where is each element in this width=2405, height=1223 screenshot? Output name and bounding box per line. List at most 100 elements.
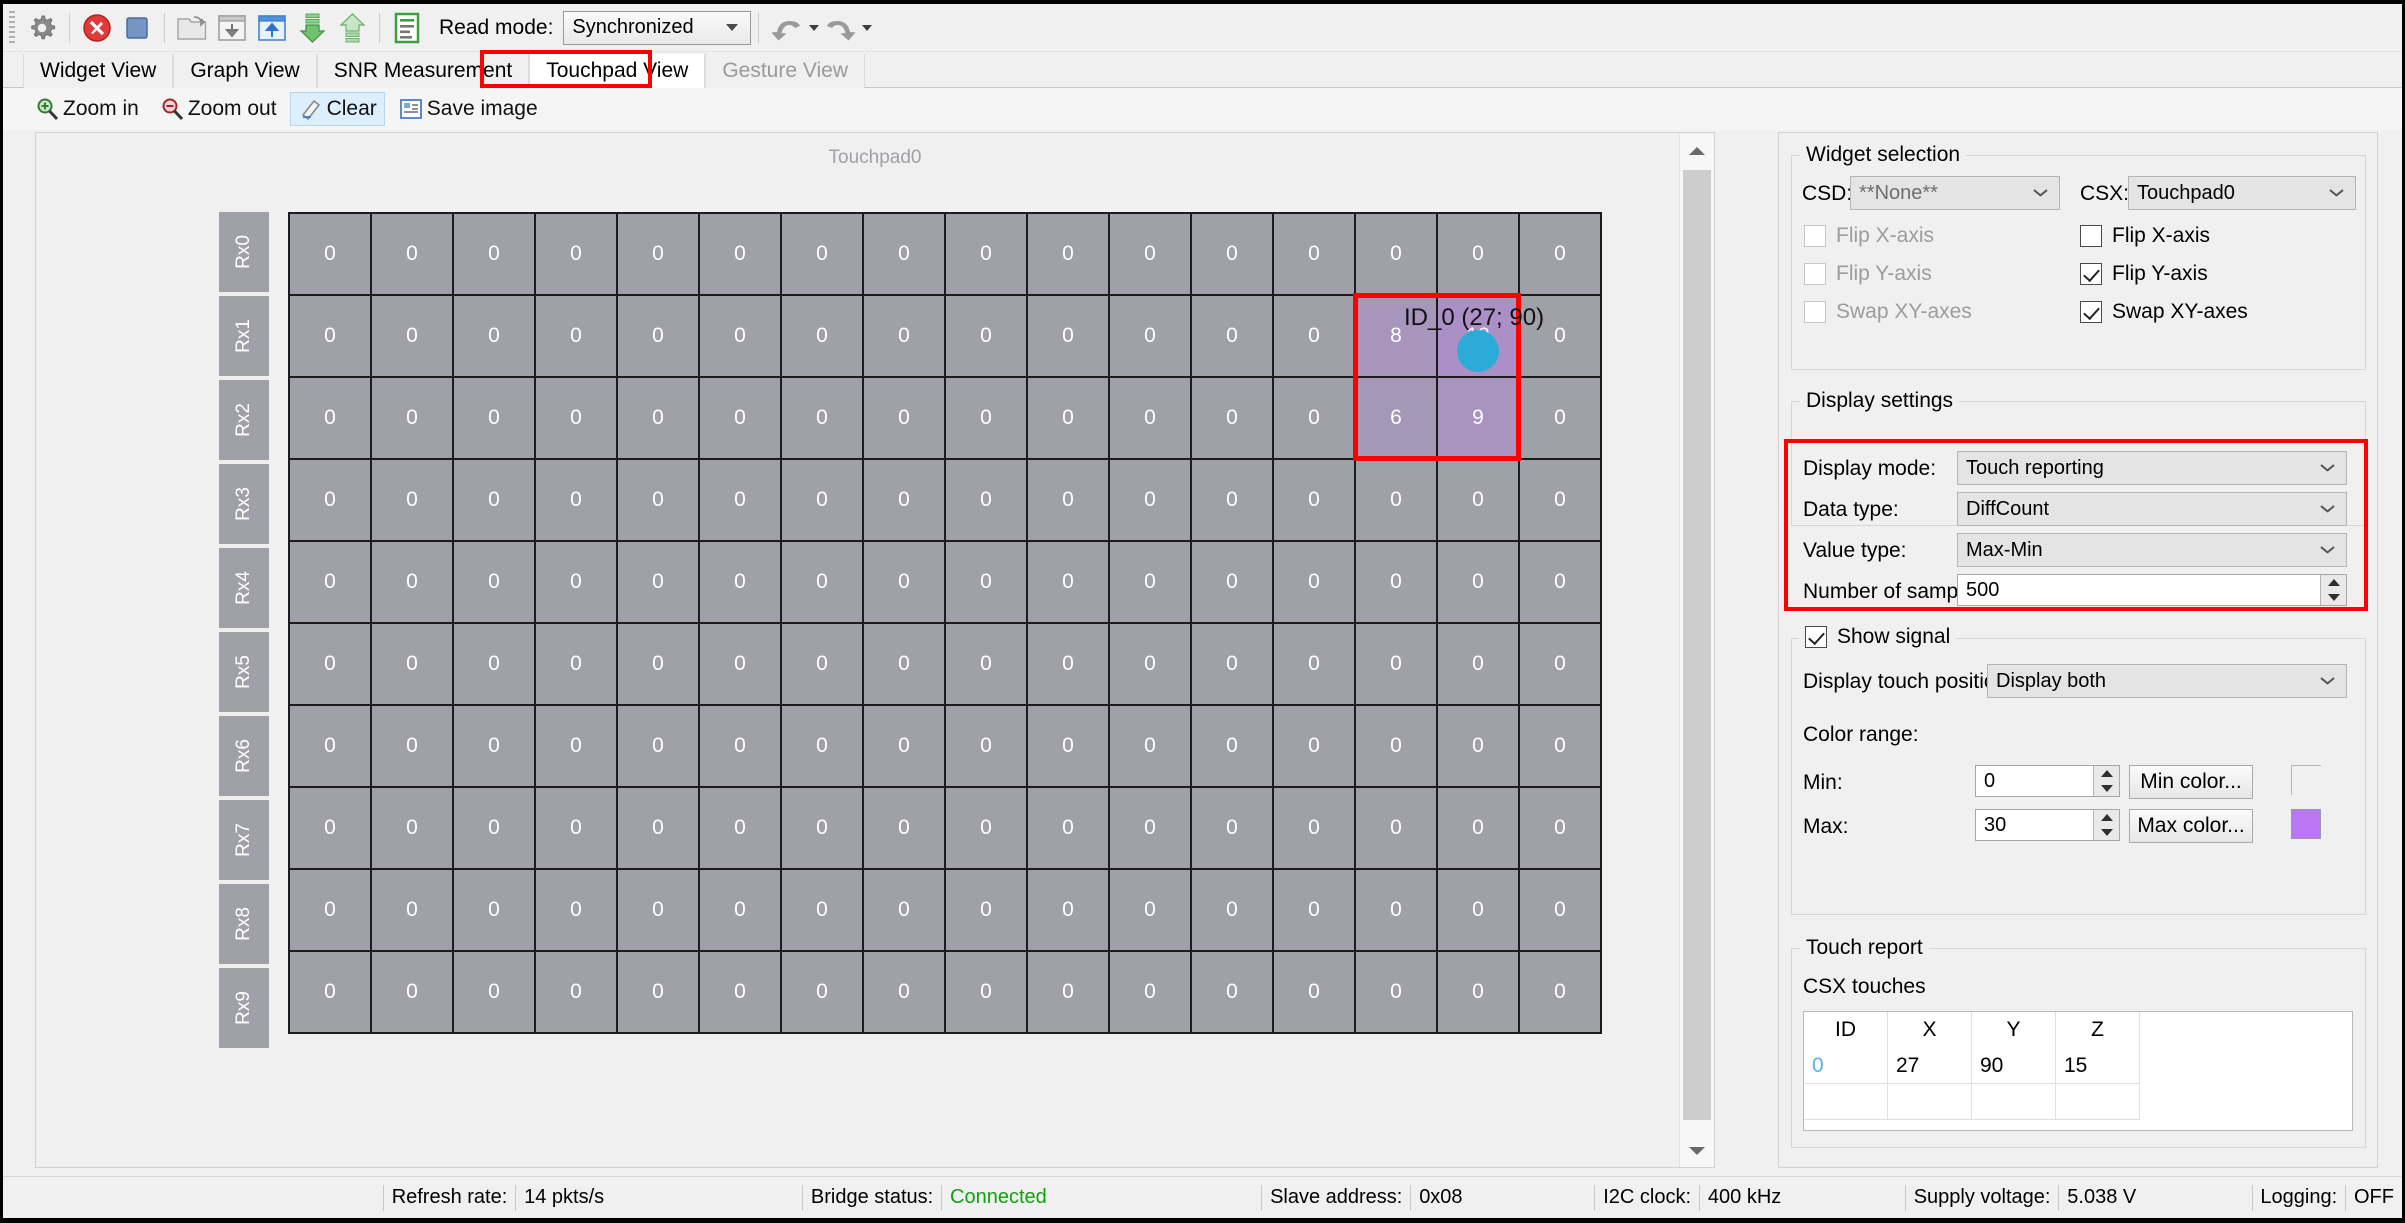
grid-cell[interactable]: 0 [782, 624, 862, 704]
grid-cell[interactable]: 0 [618, 542, 698, 622]
grid-cell[interactable]: 0 [372, 788, 452, 868]
grid-cell[interactable]: 0 [1356, 624, 1436, 704]
grid-cell[interactable]: 0 [1028, 378, 1108, 458]
display-mode-select[interactable]: Touch reporting [1957, 451, 2347, 485]
grid-cell[interactable]: 0 [700, 378, 780, 458]
grid-cell[interactable]: 0 [1192, 296, 1272, 376]
grid-cell[interactable]: 0 [454, 542, 534, 622]
grid-cell[interactable]: 0 [454, 952, 534, 1032]
grid-cell[interactable]: 0 [1438, 624, 1518, 704]
scroll-down-button[interactable] [1680, 1134, 1714, 1167]
grid-cell[interactable]: 0 [618, 624, 698, 704]
clear-button[interactable]: Clear [289, 92, 385, 126]
spinner-buttons[interactable] [2320, 575, 2346, 605]
grid-cell[interactable]: 0 [1356, 214, 1436, 294]
grid-cell[interactable]: 0 [864, 870, 944, 950]
spinner-buttons[interactable] [2093, 810, 2119, 840]
grid-cell[interactable]: 0 [1356, 542, 1436, 622]
grid-cell[interactable]: 0 [782, 296, 862, 376]
grid-cell[interactable]: 0 [618, 378, 698, 458]
download-window-icon[interactable] [213, 9, 251, 47]
table-row[interactable]: 0 27 90 15 [1804, 1048, 2352, 1084]
data-type-select[interactable]: DiffCount [1957, 492, 2347, 526]
grid-cell[interactable]: 0 [290, 706, 370, 786]
open-folder-icon[interactable] [173, 9, 211, 47]
grid-cell[interactable]: 0 [864, 542, 944, 622]
grid-cell[interactable]: 0 [1110, 870, 1190, 950]
spinner-up-button[interactable] [2321, 575, 2346, 590]
display-touch-position-select[interactable]: Display both [1987, 664, 2347, 698]
grid-cell[interactable]: 0 [1192, 706, 1272, 786]
upload-window-icon[interactable] [253, 9, 291, 47]
grid-cell[interactable]: 0 [1192, 870, 1272, 950]
grid-cell[interactable]: 0 [864, 460, 944, 540]
spinner-up-button[interactable] [2094, 766, 2119, 781]
toolbar-grip[interactable] [9, 10, 15, 45]
grid-cell[interactable]: 0 [618, 460, 698, 540]
tab-snr-measurement[interactable]: SNR Measurement [316, 54, 530, 88]
grid-cell[interactable]: 0 [290, 542, 370, 622]
csd-select[interactable]: **None** [1850, 176, 2060, 210]
grid-cell[interactable]: 0 [700, 952, 780, 1032]
save-image-button[interactable]: Save image [391, 92, 545, 126]
grid-cell[interactable]: 0 [782, 788, 862, 868]
grid-cell[interactable]: 0 [782, 214, 862, 294]
grid-cell[interactable]: 0 [1192, 952, 1272, 1032]
show-signal-checkbox[interactable]: Show signal [1799, 625, 1957, 649]
grid-cell[interactable]: 0 [290, 214, 370, 294]
grid-cell[interactable]: 0 [1110, 460, 1190, 540]
grid-cell[interactable]: 0 [946, 952, 1026, 1032]
grid-cell[interactable]: 0 [1438, 788, 1518, 868]
grid-cell[interactable]: 0 [372, 460, 452, 540]
grid-cell[interactable]: 0 [536, 296, 616, 376]
grid-cell[interactable]: 0 [864, 624, 944, 704]
grid-cell[interactable]: 0 [1356, 788, 1436, 868]
grid-cell[interactable]: 0 [536, 706, 616, 786]
grid-cell[interactable]: 0 [536, 214, 616, 294]
grid-cell[interactable]: 0 [782, 542, 862, 622]
scrollbar-thumb[interactable] [1683, 170, 1711, 1120]
grid-cell[interactable]: 0 [290, 952, 370, 1032]
grid-cell[interactable]: 0 [372, 706, 452, 786]
grid-cell[interactable]: 0 [1520, 870, 1600, 950]
grid-cell[interactable]: 0 [618, 214, 698, 294]
grid-cell[interactable]: 0 [1520, 542, 1600, 622]
value-type-select[interactable]: Max-Min [1957, 533, 2347, 567]
grid-cell[interactable]: 0 [946, 378, 1026, 458]
grid-cell[interactable]: 0 [536, 460, 616, 540]
grid-cell[interactable]: 0 [700, 296, 780, 376]
tab-touchpad-view[interactable]: Touchpad View [529, 54, 706, 88]
grid-cell[interactable]: 0 [454, 706, 534, 786]
grid-cell[interactable]: 0 [290, 624, 370, 704]
grid-cell[interactable]: 0 [1028, 788, 1108, 868]
read-mode-select[interactable]: Synchronized [563, 10, 752, 45]
grid-cell[interactable]: 0 [1356, 460, 1436, 540]
grid-cell[interactable]: 6 [1356, 378, 1436, 458]
spinner-up-button[interactable] [2094, 810, 2119, 825]
grid-cell[interactable]: 0 [1438, 460, 1518, 540]
grid-cell[interactable]: 0 [1520, 624, 1600, 704]
grid-cell[interactable]: 0 [946, 788, 1026, 868]
grid-cell[interactable]: 0 [946, 542, 1026, 622]
min-value-input[interactable]: 0 [1975, 765, 2120, 797]
grid-cell[interactable]: 0 [946, 706, 1026, 786]
min-color-button[interactable]: Min color... [2129, 765, 2253, 799]
grid-cell[interactable]: 0 [536, 378, 616, 458]
grid-cell[interactable]: 0 [1192, 542, 1272, 622]
grid-cell[interactable]: 0 [372, 952, 452, 1032]
grid-cell[interactable]: 0 [1356, 706, 1436, 786]
grid-cell[interactable]: 0 [372, 378, 452, 458]
grid-cell[interactable]: 0 [864, 378, 944, 458]
grid-cell[interactable]: 0 [1110, 788, 1190, 868]
grid-cell[interactable]: 0 [1028, 460, 1108, 540]
grid-cell[interactable]: 0 [1274, 624, 1354, 704]
grid-cell[interactable]: 0 [290, 788, 370, 868]
grid-cell[interactable]: 0 [1192, 214, 1272, 294]
grid-cell[interactable]: 0 [700, 542, 780, 622]
grid-cell[interactable]: 0 [1438, 706, 1518, 786]
gear-icon[interactable] [23, 9, 61, 47]
grid-cell[interactable]: 0 [1274, 214, 1354, 294]
number-of-samples-input[interactable]: 500 [1957, 574, 2347, 606]
max-color-button[interactable]: Max color... [2129, 809, 2253, 843]
grid-cell[interactable]: 0 [536, 624, 616, 704]
